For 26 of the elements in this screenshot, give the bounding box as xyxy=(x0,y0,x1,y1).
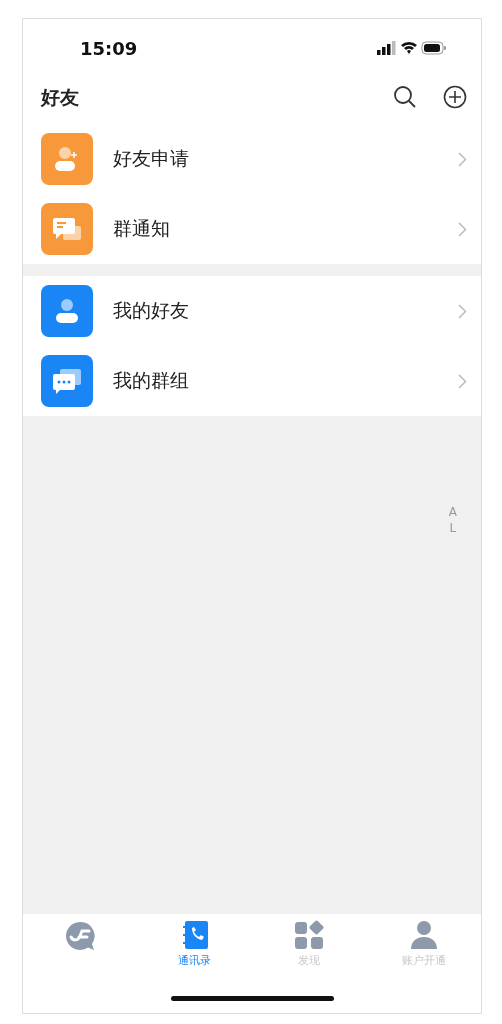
signal-icon xyxy=(377,41,396,55)
list-item[interactable]: 群通知 xyxy=(113,216,458,242)
chat-bubble-icon xyxy=(64,920,97,952)
chevron-icon xyxy=(458,221,467,237)
person-icon xyxy=(41,285,93,337)
index-letter[interactable]: L xyxy=(449,520,457,536)
list-item[interactable]: 好友申请 xyxy=(113,146,458,172)
chevron-icon xyxy=(458,151,467,167)
page-title: 好友 xyxy=(41,85,79,110)
chevron-icon xyxy=(458,303,467,319)
list-item[interactable]: 我的好友 xyxy=(113,298,458,324)
chat-bubbles-icon xyxy=(41,203,93,255)
person-icon xyxy=(408,920,439,950)
tab-label: 通讯录 xyxy=(178,953,212,968)
add-icon[interactable] xyxy=(443,85,467,109)
list-item[interactable]: 我的群组 xyxy=(113,368,458,394)
grid-icon xyxy=(294,920,325,950)
index-letter[interactable]: A xyxy=(448,504,457,520)
battery-icon xyxy=(421,41,446,55)
status-time: 15:09 xyxy=(80,37,138,59)
wifi-icon xyxy=(401,41,417,54)
tab[interactable]: 通讯录 xyxy=(137,920,252,968)
add-person-icon xyxy=(41,133,93,185)
chat-bubbles-icon xyxy=(41,355,93,407)
search-icon[interactable] xyxy=(393,85,417,109)
chevron-icon xyxy=(458,373,467,389)
